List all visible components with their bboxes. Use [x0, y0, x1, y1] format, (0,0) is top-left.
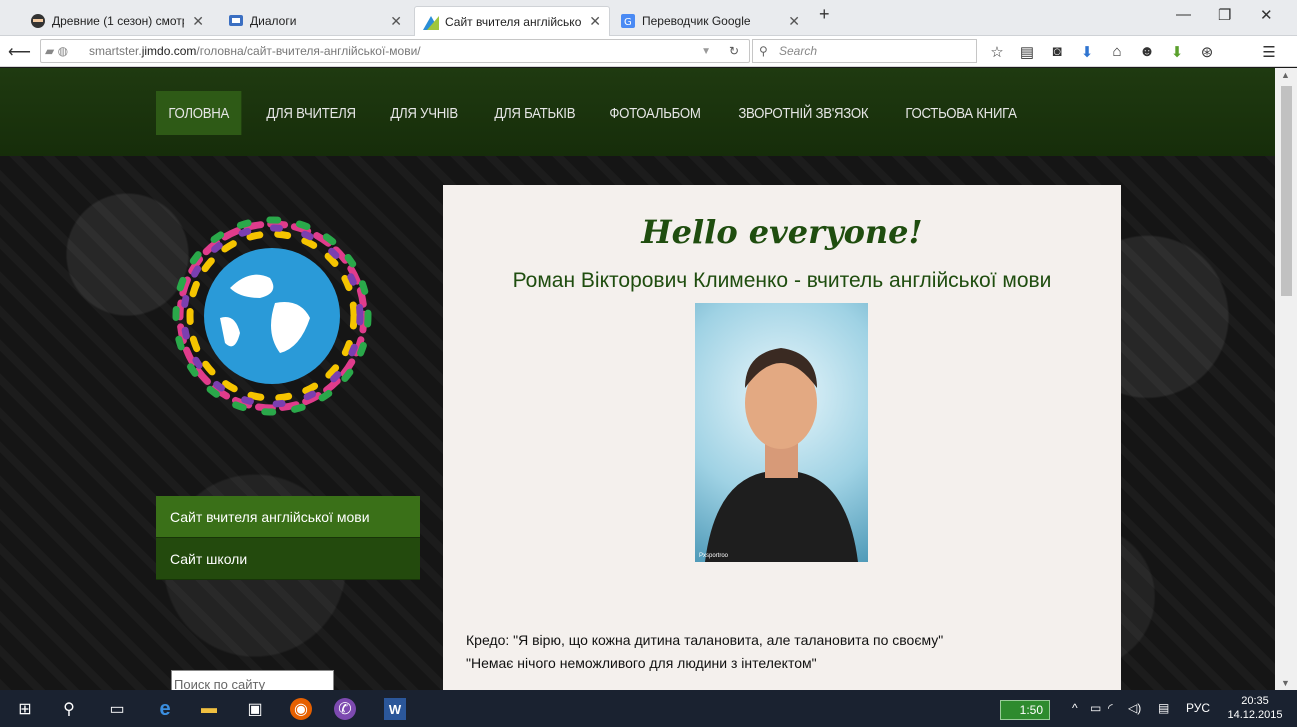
credo-line-2: "Немає нічого неможливого для людини з і… [466, 655, 817, 671]
tab-title: Переводчик Google [642, 14, 751, 28]
close-tab-icon[interactable]: ✕ [390, 13, 402, 30]
tab-translate[interactable]: G Переводчик Google ✕ [612, 6, 808, 36]
search-placeholder: Search [779, 44, 818, 58]
side-nav: Сайт вчителя англійської мови Сайт школи [156, 496, 420, 580]
search-icon[interactable]: ⚲ [58, 698, 80, 720]
clock-time: 20:35 [1241, 695, 1269, 707]
teacher-name: Роман Вікторович Клименко - вчитель англ… [512, 269, 1052, 292]
nav-home[interactable]: ГОЛОВНА [156, 91, 242, 135]
reload-icon[interactable]: ↻ [729, 44, 739, 58]
url-bar[interactable]: ▰ ◍ smartster. jimdo.com/головна/сайт-вчи… [40, 39, 750, 63]
nav-feedback[interactable]: ЗВОРОТНІЙ ЗВ'ЯЗОК [726, 91, 881, 135]
search-icon: ⚲ [759, 44, 768, 58]
battery-indicator[interactable]: 1:50 [1000, 700, 1050, 720]
scroll-down-icon[interactable]: ▼ [1281, 678, 1290, 688]
viber-icon[interactable]: ✆ [334, 698, 356, 720]
credo-line-1: Кредо: "Я вірю, що кожна дитина таланови… [466, 632, 944, 648]
show-hidden-icons-icon[interactable]: ^ [1072, 701, 1078, 715]
menu-icon[interactable]: ☰ [1260, 43, 1278, 61]
nav-guestbook[interactable]: ГОСТЬОВА КНИГА [893, 91, 1029, 135]
nav-photoalbum[interactable]: ФОТОАЛЬБОМ [597, 91, 713, 135]
taskbar: ⊞ ⚲ ▭ e ▬ ▣ ◉ ✆ W 1:50 ^ ▭ ◜ ◁) ▤ РУС 20… [0, 690, 1297, 727]
portrait-figure [705, 348, 858, 562]
clock-date: 14.12.2015 [1227, 709, 1283, 721]
content-panel: Hello everyone! Роман Вікторович Клименк… [443, 185, 1121, 690]
bookmark-star-icon[interactable]: ☆ [988, 43, 1006, 61]
back-icon[interactable]: ⟵ [8, 42, 31, 62]
tab-bar: Древние (1 сезон) смотр... ✕ Диалоги ✕ С… [0, 0, 1297, 36]
side-item-school-site[interactable]: Сайт школи [156, 538, 420, 580]
word-icon[interactable]: W [384, 698, 406, 720]
pocket-icon[interactable]: ◙ [1048, 43, 1066, 60]
site-search-input[interactable]: Поиск по сайту [171, 670, 334, 690]
close-tab-icon[interactable]: ✕ [192, 13, 204, 30]
edge-icon[interactable]: e [154, 698, 176, 720]
search-input[interactable]: ⚲ Search [752, 39, 977, 63]
minimize-icon[interactable]: — [1176, 6, 1191, 23]
addon-icon[interactable]: ⊛ [1198, 43, 1216, 61]
url-path: /головна/сайт-вчителя-англійської-мови/ [196, 44, 421, 58]
web-page: ГОЛОВНА ДЛЯ ВЧИТЕЛЯ ДЛЯ УЧНІВ ДЛЯ БАТЬКІ… [0, 68, 1275, 690]
dropdown-icon[interactable]: ▼ [701, 46, 711, 57]
tab-title: Древние (1 сезон) смотр... [52, 14, 185, 28]
navigation-bar: ⟵ ▰ ◍ smartster. jimdo.com/головна/сайт-в… [0, 36, 1297, 67]
nav-parents[interactable]: ДЛЯ БАТЬКІВ [482, 91, 588, 135]
scroll-up-icon[interactable]: ▲ [1281, 70, 1290, 80]
save-addon-icon[interactable]: ⬇ [1168, 43, 1186, 61]
url-prefix: smartster. [89, 44, 142, 58]
tab-dialogi[interactable]: Диалоги ✕ [220, 6, 410, 36]
site-info-icon[interactable]: ▰ ◍ [45, 44, 68, 58]
globe-logo [172, 216, 372, 416]
tab-site[interactable]: Сайт вчителя англійської... ✕ [414, 6, 610, 36]
translate-icon: G [620, 13, 636, 29]
file-explorer-icon[interactable]: ▬ [198, 698, 220, 720]
notifications-icon[interactable]: ▤ [1158, 701, 1169, 715]
site-top-nav: ГОЛОВНА ДЛЯ ВЧИТЕЛЯ ДЛЯ УЧНІВ ДЛЯ БАТЬКІ… [0, 68, 1275, 156]
scrollbar-thumb[interactable] [1281, 86, 1292, 296]
wifi-icon[interactable]: ◜ [1108, 701, 1113, 715]
windows-start-icon[interactable]: ⊞ [14, 698, 36, 720]
new-tab-icon[interactable]: + [819, 4, 830, 25]
close-tab-icon[interactable]: ✕ [589, 13, 601, 30]
ninja-icon [30, 13, 46, 29]
url-domain: jimdo.com [141, 44, 197, 58]
language-indicator[interactable]: РУС [1186, 701, 1210, 715]
store-icon[interactable]: ▣ [244, 698, 266, 720]
photo-caption: Рхsportroo [699, 553, 729, 559]
credo-text: Кредо: "Я вірю, що кожна дитина таланови… [466, 629, 943, 675]
side-item-teacher-site[interactable]: Сайт вчителя англійської мови [156, 496, 420, 538]
volume-icon[interactable]: ◁) [1128, 701, 1141, 715]
chat-icon [228, 13, 244, 29]
hello-heading: Hello everyone! [641, 213, 923, 251]
battery-icon[interactable]: ▭ [1090, 701, 1101, 715]
svg-text:G: G [624, 17, 632, 28]
task-view-icon[interactable]: ▭ [106, 698, 128, 720]
download-icon[interactable]: ⬇ [1078, 43, 1096, 61]
reading-list-icon[interactable]: ▤ [1018, 43, 1036, 61]
chat-addon-icon[interactable]: ☻ [1138, 43, 1156, 60]
tab-drevnie[interactable]: Древние (1 сезон) смотр... ✕ [22, 6, 212, 36]
nav-teacher[interactable]: ДЛЯ ВЧИТЕЛЯ [254, 91, 368, 135]
nav-students[interactable]: ДЛЯ УЧНІВ [378, 91, 470, 135]
firefox-icon[interactable]: ◉ [290, 698, 312, 720]
close-window-icon[interactable]: ✕ [1260, 6, 1273, 24]
tab-title: Сайт вчителя англійської... [445, 14, 582, 29]
restore-icon[interactable]: ❐ [1218, 6, 1231, 24]
home-icon[interactable]: ⌂ [1108, 43, 1126, 60]
clock[interactable]: 20:35 14.12.2015 [1222, 694, 1288, 722]
tab-title: Диалоги [250, 14, 297, 28]
close-tab-icon[interactable]: ✕ [788, 13, 800, 30]
jimdo-icon [423, 14, 439, 30]
teacher-photo: Рхsportroo [695, 303, 868, 562]
